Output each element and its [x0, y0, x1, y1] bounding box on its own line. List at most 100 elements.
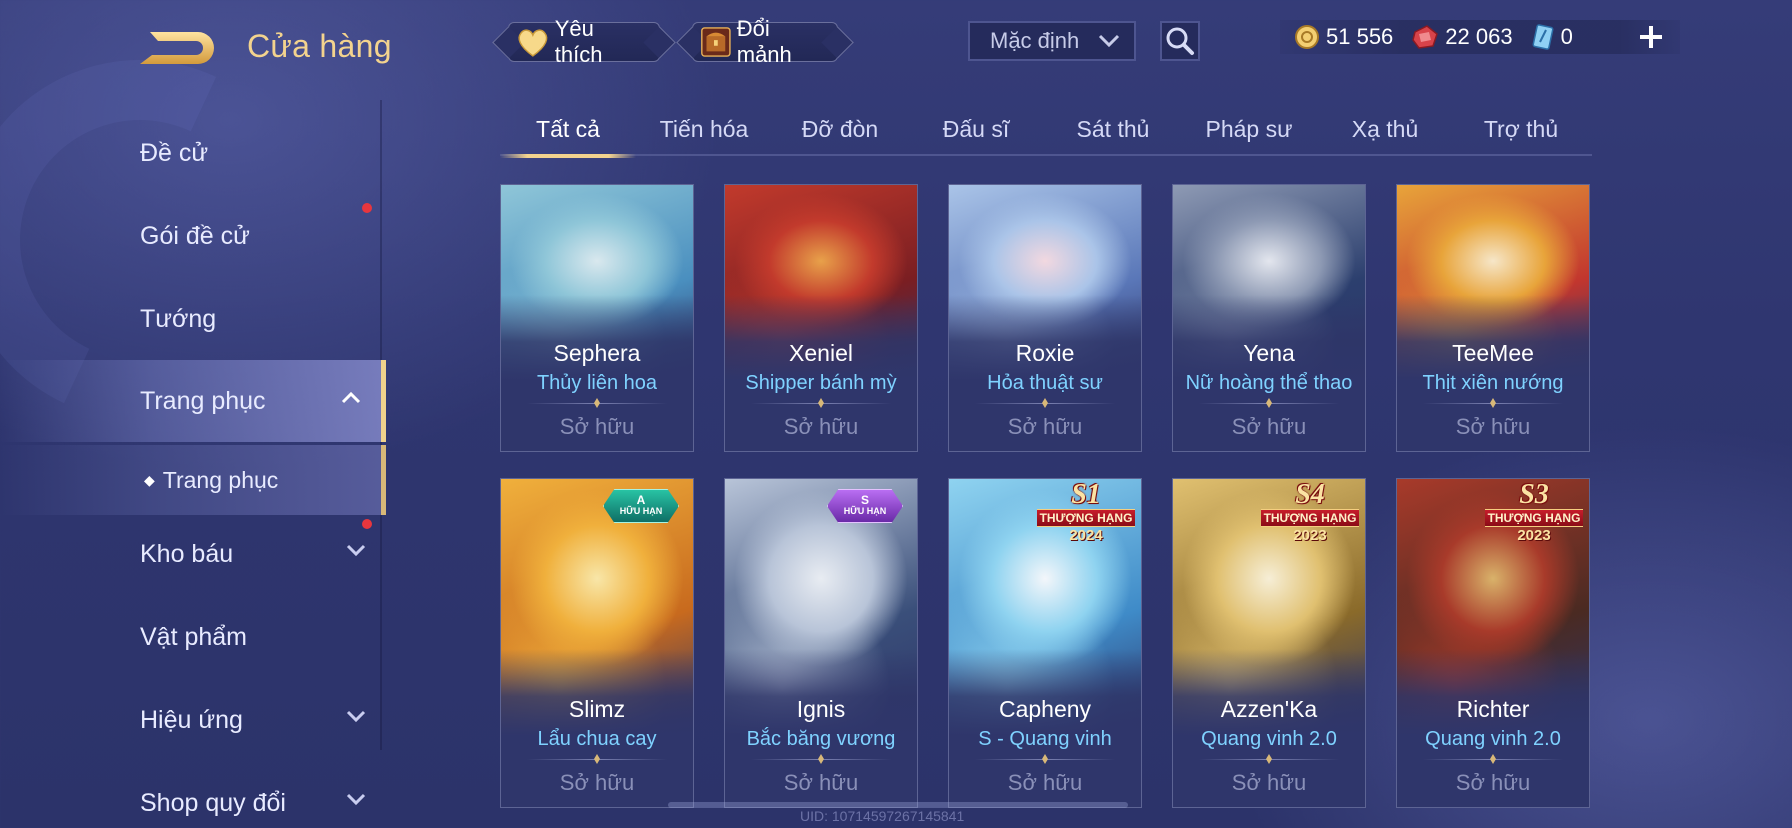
skin-name: Lẩu chua cay: [537, 728, 657, 750]
skin-card[interactable]: S4 THƯỢNG HẠNG 2023 Azzen'Ka Quang vinh …: [1172, 478, 1366, 808]
sidebar-item-items[interactable]: Vật phẩm: [0, 596, 386, 678]
badge-label: HỮU HẠN: [843, 506, 887, 516]
notification-dot: [362, 519, 372, 529]
owned-status: Sở hữu: [1455, 770, 1531, 795]
hero-name: Ignis: [796, 696, 846, 722]
sidebar-item-heroes[interactable]: Tướng: [0, 278, 386, 360]
hero-name: Roxie: [1015, 340, 1075, 366]
owned-status: Sở hữu: [559, 414, 635, 439]
sidebar-item-featured[interactable]: Đề cử: [0, 112, 386, 194]
skin-name: Thủy liên hoa: [536, 372, 658, 394]
notification-dot: [362, 203, 372, 213]
skin-name: Quang vinh 2.0: [1201, 728, 1337, 750]
sidebar-item-label: Vật phẩm: [140, 622, 248, 651]
season-label: S1: [1071, 479, 1101, 510]
owned-status: Sở hữu: [1231, 414, 1307, 439]
tab-fighter[interactable]: Đấu sĩ: [908, 104, 1044, 156]
sidebar-item-exchange-shop[interactable]: Shop quy đổi: [0, 762, 386, 828]
sidebar-item-label: Kho báu: [140, 539, 234, 568]
sidebar-item-treasure[interactable]: Kho báu: [0, 513, 386, 595]
season-year: 2024: [1069, 527, 1103, 544]
tab-evolution[interactable]: Tiến hóa: [636, 104, 772, 156]
red-voucher-icon: [1412, 25, 1439, 49]
blue-card-icon: [1532, 24, 1554, 50]
gold-currency: 51 556: [1294, 24, 1393, 50]
tab-assassin[interactable]: Sát thủ: [1045, 104, 1181, 156]
skin-name: Thịt xiên nướng: [1422, 372, 1564, 394]
badge-rank: S: [860, 493, 869, 507]
sidebar-subitem-skins[interactable]: ◆ Trang phục: [0, 445, 386, 515]
owned-status: Sở hữu: [783, 770, 859, 795]
skin-name: Shipper bánh mỳ: [745, 372, 897, 394]
voucher-amount: 22 063: [1445, 24, 1513, 49]
favorites-label: Yêu thích: [554, 16, 603, 67]
skin-card[interactable]: S1 THƯỢNG HẠNG 2024 Capheny S - Quang vi…: [948, 478, 1142, 808]
tab-marksman[interactable]: Xạ thủ: [1317, 104, 1453, 156]
sidebar: Đề cử Gói đề cử Tướng Trang phục ◆ Trang…: [0, 100, 390, 828]
skin-name: Quang vinh 2.0: [1425, 728, 1561, 750]
season-rank-badge: S1 THƯỢNG HẠNG 2024: [1031, 479, 1141, 545]
owned-status: Sở hữu: [783, 414, 859, 439]
diamond-bullet-icon: ◆: [144, 471, 155, 488]
hero-name: TeeMee: [1452, 340, 1534, 366]
tab-mage[interactable]: Pháp sư: [1181, 104, 1317, 156]
skin-card[interactable]: S HỮU HẠN Ignis Bắc băng vương Sở hữu: [724, 478, 918, 808]
exchange-shards-button[interactable]: Đổi mảnh: [692, 16, 838, 67]
sidebar-item-skins[interactable]: Trang phục: [0, 360, 386, 442]
search-icon: [1166, 27, 1194, 55]
currency-bar: 51 556 22 063 0: [1280, 20, 1680, 54]
season-rank-badge: S3 THƯỢNG HẠNG 2023: [1479, 479, 1589, 545]
sidebar-item-label: Tướng: [140, 304, 217, 333]
season-rank-badge: S4 THƯỢNG HẠNG 2023: [1255, 479, 1365, 545]
gold-amount: 51 556: [1326, 24, 1394, 49]
skin-card[interactable]: Yena Nữ hoàng thể thao Sở hữu: [1172, 184, 1366, 452]
season-rank-label: THƯỢNG HẠNG: [1261, 509, 1359, 527]
sidebar-item-label: Hiệu ứng: [140, 705, 243, 734]
add-currency-button[interactable]: [1636, 20, 1666, 54]
hero-name: Sephera: [553, 340, 641, 366]
voucher-currency: 22 063: [1411, 24, 1513, 50]
sort-selected-value: Mặc định: [990, 28, 1080, 53]
limited-badge: S HỮU HẠN: [827, 489, 903, 523]
skin-card[interactable]: S3 THƯỢNG HẠNG 2023 Richter Quang vinh 2…: [1396, 478, 1590, 808]
sort-dropdown[interactable]: Mặc định: [968, 21, 1136, 61]
hero-name: Capheny: [998, 696, 1092, 722]
skin-card[interactable]: Sephera Thủy liên hoa Sở hữu: [500, 184, 694, 452]
skin-name: Hỏa thuật sư: [987, 372, 1103, 394]
season-rank-label: THƯỢNG HẠNG: [1485, 509, 1583, 527]
back-button[interactable]: [140, 26, 218, 68]
skin-grid: Sephera Thủy liên hoa Sở hữu Xeniel Ship…: [500, 184, 1592, 814]
owned-status: Sở hữu: [1007, 414, 1083, 439]
skin-card[interactable]: A HỮU HẠN Slimz Lẩu chua cay Sở hữu: [500, 478, 694, 808]
skin-name: Nữ hoàng thể thao: [1185, 372, 1353, 394]
page-title: Cửa hàng: [247, 28, 392, 64]
tab-all[interactable]: Tất cả: [500, 104, 636, 158]
gold-coin-icon: [1295, 25, 1319, 49]
season-label: S3: [1519, 479, 1549, 510]
skin-name: S - Quang vinh: [978, 728, 1112, 750]
tab-support[interactable]: Trợ thủ: [1453, 104, 1589, 156]
search-button[interactable]: [1160, 21, 1200, 61]
owned-status: Sở hữu: [1231, 770, 1307, 795]
tab-tank[interactable]: Đỡ đòn: [772, 104, 908, 156]
chevron-down-icon: [346, 710, 366, 723]
chevron-up-icon: [341, 391, 361, 404]
owned-status: Sở hữu: [559, 770, 635, 795]
exchange-label: Đổi mảnh: [736, 16, 792, 67]
favorites-button[interactable]: Yêu thích: [508, 16, 660, 67]
season-label: S4: [1295, 479, 1325, 510]
back-arrow-icon: [140, 32, 214, 64]
sidebar-item-featured-packs[interactable]: Gói đề cử: [0, 195, 386, 277]
treasure-chest-icon: [701, 27, 731, 57]
sidebar-item-label: Trang phục: [140, 386, 266, 415]
limited-badge: A HỮU HẠN: [603, 489, 679, 523]
sidebar-item-effects[interactable]: Hiệu ứng: [0, 679, 386, 761]
skin-card[interactable]: Xeniel Shipper bánh mỳ Sở hữu: [724, 184, 918, 452]
card-currency: 0: [1531, 24, 1573, 50]
skin-card[interactable]: TeeMee Thịt xiên nướng Sở hữu: [1396, 184, 1590, 452]
skin-card[interactable]: Roxie Hỏa thuật sư Sở hữu: [948, 184, 1142, 452]
season-year: 2023: [1517, 527, 1551, 544]
plus-icon: [1640, 26, 1662, 48]
hero-name: Yena: [1243, 340, 1295, 366]
heart-icon: [518, 29, 548, 57]
